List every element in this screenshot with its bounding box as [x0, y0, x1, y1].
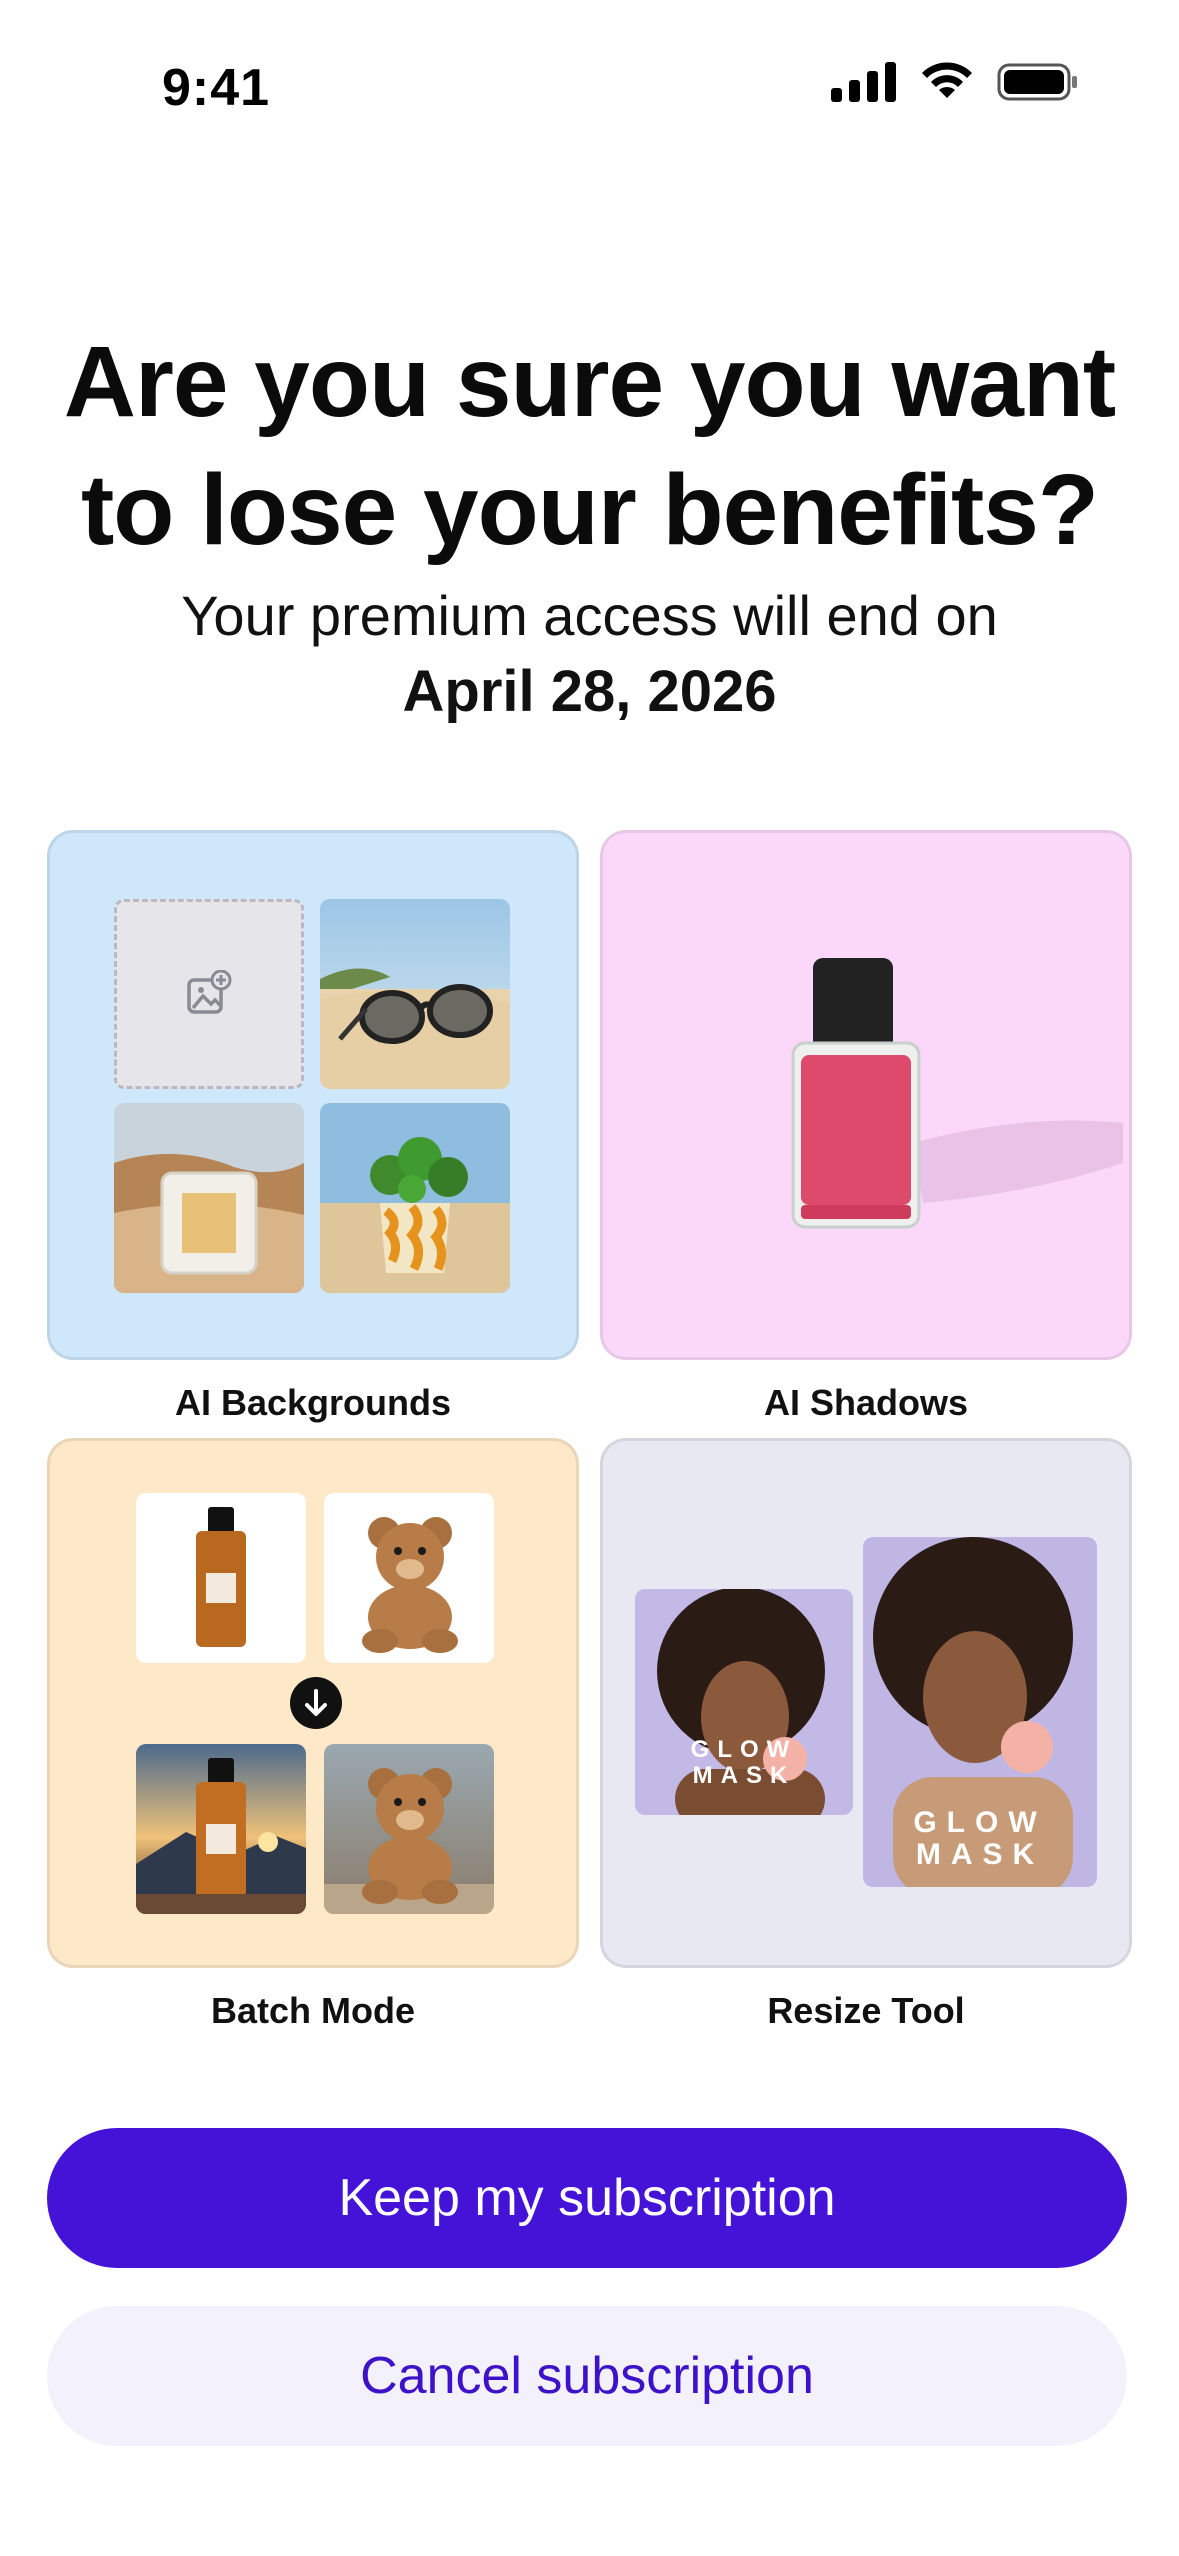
nail-polish-image: [791, 958, 1123, 1229]
plant-image: [320, 1103, 510, 1293]
feature-card-ai-backgrounds: [47, 830, 579, 1360]
feature-label-batch-mode: Batch Mode: [210, 1990, 415, 2031]
title-line-1: Are you sure you want: [63, 326, 1116, 438]
cancel-subscription-button[interactable]: Cancel subscription: [47, 2306, 1127, 2446]
subtitle-text: Your premium access will end on: [181, 584, 998, 647]
feature-card-batch-mode: [47, 1438, 579, 1968]
candle-image: [114, 1103, 304, 1293]
portrait-small-image: GLOW MASK: [635, 1589, 853, 1815]
perfume-original-image: [136, 1493, 306, 1663]
arrow-down-icon: [290, 1677, 342, 1729]
wifi-icon: [922, 62, 972, 98]
feature-label-ai-backgrounds: AI Backgrounds: [174, 1382, 452, 1423]
subtitle: Your premium access will end on April 28…: [0, 578, 1179, 730]
feature-card-resize-tool: GLOW MASK GLOW MASK: [600, 1438, 1132, 1968]
glow-mask-small-line2: MASK: [692, 1762, 796, 1789]
add-image-icon: [187, 970, 232, 1014]
feature-card-ai-shadows: [600, 830, 1132, 1360]
keep-subscription-button[interactable]: Keep my subscription: [47, 2128, 1127, 2268]
page: 9:41 Are you sure you want to lose your …: [0, 0, 1179, 2556]
sunglasses-image: [320, 899, 510, 1089]
image-placeholder: [114, 899, 304, 1089]
feature-label-ai-shadows: AI Shadows: [763, 1382, 969, 1423]
battery-icon: [997, 63, 1077, 101]
status-time: 9:41: [162, 59, 271, 117]
glow-mask-large-line2: MASK: [915, 1838, 1045, 1871]
end-date: April 28, 2026: [402, 659, 777, 724]
feature-label-resize-tool: Resize Tool: [767, 1990, 965, 2031]
status-icons: [831, 62, 1079, 102]
glow-mask-small-line1: GLOW: [690, 1736, 798, 1763]
glow-mask-large-line1: GLOW: [913, 1806, 1047, 1839]
cellular-signal-icon: [831, 62, 896, 102]
teddy-result-image: [324, 1744, 494, 1914]
portrait-large-image: GLOW MASK: [863, 1537, 1097, 1887]
page-title: Are you sure you want to lose your benef…: [0, 318, 1179, 574]
title-line-2: to lose your benefits?: [80, 454, 1099, 566]
perfume-result-image: [136, 1744, 306, 1914]
teddy-original-image: [324, 1493, 494, 1663]
